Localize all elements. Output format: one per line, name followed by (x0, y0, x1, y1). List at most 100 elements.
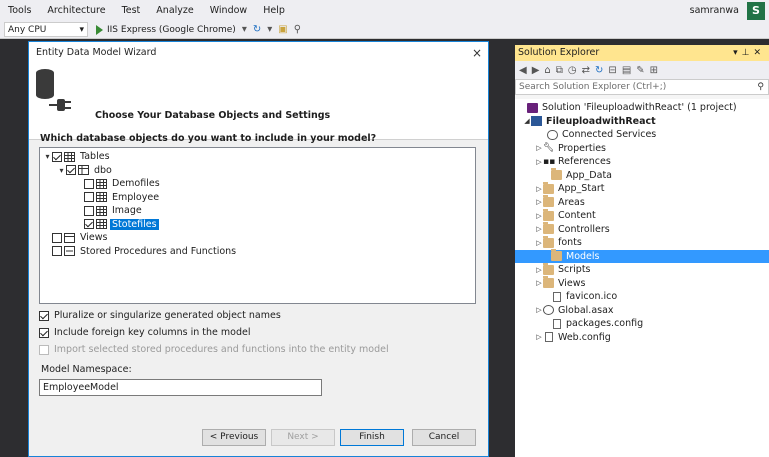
back-icon[interactable]: ◀ (519, 65, 527, 76)
tree-node-fonts[interactable]: ▷ fonts (515, 235, 769, 250)
user-name[interactable]: samranwa (690, 0, 739, 21)
tree-label: Scripts (558, 264, 591, 276)
collapse-all-icon[interactable]: ⊟ (608, 65, 616, 76)
expand-icon[interactable]: ▷ (535, 239, 543, 247)
namespace-input[interactable]: EmployeeModel (39, 379, 322, 396)
tree-node-app-data[interactable]: App_Data (515, 168, 769, 183)
expand-icon[interactable]: ▷ (535, 185, 543, 193)
switch-views-icon[interactable]: ⧉ (556, 65, 563, 76)
close-icon[interactable]: × (472, 42, 482, 64)
tree-node-web-config[interactable]: ▷ Web.config (515, 331, 769, 345)
tree-label: Demofiles (112, 178, 160, 189)
expand-icon[interactable]: ▷ (535, 198, 543, 206)
menu-window[interactable]: Window (202, 0, 255, 21)
sync-icon[interactable]: ⇄ (582, 65, 590, 76)
tree-node-controllers[interactable]: ▷ Controllers (515, 222, 769, 237)
tree-label: Tables (80, 151, 110, 162)
views-checkbox[interactable] (52, 232, 62, 243)
tree-node-table[interactable]: Image (84, 204, 144, 217)
table-checkbox[interactable] (84, 178, 94, 189)
preview-icon[interactable]: ⊞ (650, 65, 658, 76)
project-icon (531, 116, 542, 127)
pin-icon[interactable]: ▾⊥✕ (733, 45, 765, 61)
tree-node-table[interactable]: Employee (84, 191, 161, 204)
tree-node-stored-procedures[interactable]: Stored Procedures and Functions (52, 245, 238, 258)
solution-search-input[interactable]: Search Solution Explorer (Ctrl+;) ⚲ (515, 79, 769, 95)
menu-test[interactable]: Test (114, 0, 149, 21)
menu-analyze[interactable]: Analyze (148, 0, 201, 21)
home-icon[interactable]: ⌂ (544, 65, 550, 76)
procedure-icon (64, 246, 75, 256)
tree-node-solution[interactable]: Solution 'FileuploadwithReact' (1 projec… (515, 101, 769, 115)
history-icon[interactable]: ◷ (568, 65, 577, 76)
tree-node-content[interactable]: ▷ Content (515, 208, 769, 223)
procs-checkbox[interactable] (52, 246, 62, 256)
forward-icon[interactable]: ▶ (532, 65, 540, 76)
solution-icon (527, 102, 538, 113)
collapse-icon[interactable]: ◢ (523, 117, 531, 125)
menu-help[interactable]: Help (255, 0, 293, 21)
foreign-keys-option[interactable]: Include foreign key columns in the model (39, 327, 250, 338)
refresh-icon[interactable]: ↻ (253, 24, 261, 35)
expand-icon[interactable]: ▷ (535, 306, 543, 314)
expand-icon[interactable]: ▷ (535, 158, 543, 166)
tree-node-favicon[interactable]: favicon.ico (515, 290, 769, 304)
tree-label: Views (80, 232, 108, 243)
find-icon[interactable]: ⚲ (294, 24, 301, 35)
page-title: Choose Your Database Objects and Setting… (95, 110, 331, 121)
collapse-icon[interactable]: ▾ (57, 166, 66, 175)
expand-icon[interactable]: ▷ (535, 212, 543, 220)
tree-node-areas[interactable]: ▷ Areas (515, 195, 769, 210)
expand-icon[interactable]: ▷ (535, 144, 543, 152)
tree-node-scripts[interactable]: ▷ Scripts (515, 262, 769, 277)
tree-node-tables[interactable]: ▾ Tables (43, 150, 112, 163)
pluralize-checkbox[interactable] (39, 310, 49, 321)
tree-label: Connected Services (562, 129, 657, 141)
collapse-icon[interactable]: ▾ (43, 152, 52, 161)
table-checkbox[interactable] (84, 205, 94, 216)
show-all-files-icon[interactable]: ▤ (622, 65, 631, 76)
menu-tools[interactable]: Tools (0, 0, 39, 21)
tree-node-global-asax[interactable]: ▷ Global.asax (515, 304, 769, 318)
import-procs-checkbox (39, 344, 49, 355)
chevron-down-icon[interactable]: ▾ (242, 24, 247, 35)
tree-node-dbo[interactable]: ▾ dbo (57, 164, 114, 177)
properties-icon[interactable]: ✎ (636, 65, 644, 76)
expand-icon[interactable]: ▷ (535, 266, 543, 274)
table-checkbox[interactable] (84, 219, 94, 229)
tree-node-app-start[interactable]: ▷ App_Start (515, 181, 769, 196)
foreign-keys-checkbox[interactable] (39, 327, 49, 338)
solution-tree[interactable]: Solution 'FileuploadwithReact' (1 projec… (515, 99, 769, 457)
pluralize-option[interactable]: Pluralize or singularize generated objec… (39, 310, 281, 321)
table-icon (96, 205, 107, 216)
avatar[interactable]: S (747, 2, 765, 20)
browse-icon[interactable]: ▣ (278, 24, 287, 35)
table-checkbox[interactable] (84, 192, 94, 202)
finish-button[interactable]: Finish (340, 429, 404, 446)
play-icon[interactable] (96, 24, 103, 35)
database-objects-tree[interactable]: ▾ Tables ▾ dbo Demofiles Employee Image (39, 147, 476, 304)
chevron-down-icon[interactable]: ▾ (267, 24, 272, 35)
tree-node-views[interactable]: Views (52, 231, 110, 244)
refresh-icon[interactable]: ↻ (595, 65, 603, 76)
menu-architecture[interactable]: Architecture (39, 0, 113, 21)
tree-node-references[interactable]: ▷ ▪▪ References (515, 155, 769, 169)
tree-node-connected-services[interactable]: Connected Services (515, 128, 769, 142)
tree-node-project[interactable]: ◢ FileuploadwithReact (515, 115, 769, 129)
tree-node-models[interactable]: Models (515, 249, 769, 263)
dbo-checkbox[interactable] (66, 165, 76, 175)
tree-node-table[interactable]: Stotefiles (84, 218, 159, 231)
tree-node-table[interactable]: Demofiles (84, 177, 162, 190)
cancel-button[interactable]: Cancel (412, 429, 476, 446)
tree-node-packages-config[interactable]: packages.config (515, 317, 769, 331)
search-icon[interactable]: ⚲ (757, 80, 764, 94)
tree-node-views[interactable]: ▷ Views (515, 276, 769, 291)
tree-node-properties[interactable]: ▷ 🔧︎ Properties (515, 142, 769, 156)
expand-icon[interactable]: ▷ (535, 279, 543, 287)
expand-icon[interactable]: ▷ (535, 225, 543, 233)
run-target-label[interactable]: IIS Express (Google Chrome) (107, 25, 236, 35)
platform-select[interactable]: Any CPU ▾ (4, 22, 88, 37)
tables-checkbox[interactable] (52, 151, 62, 162)
expand-icon[interactable]: ▷ (535, 333, 543, 341)
previous-button[interactable]: < Previous (202, 429, 266, 446)
